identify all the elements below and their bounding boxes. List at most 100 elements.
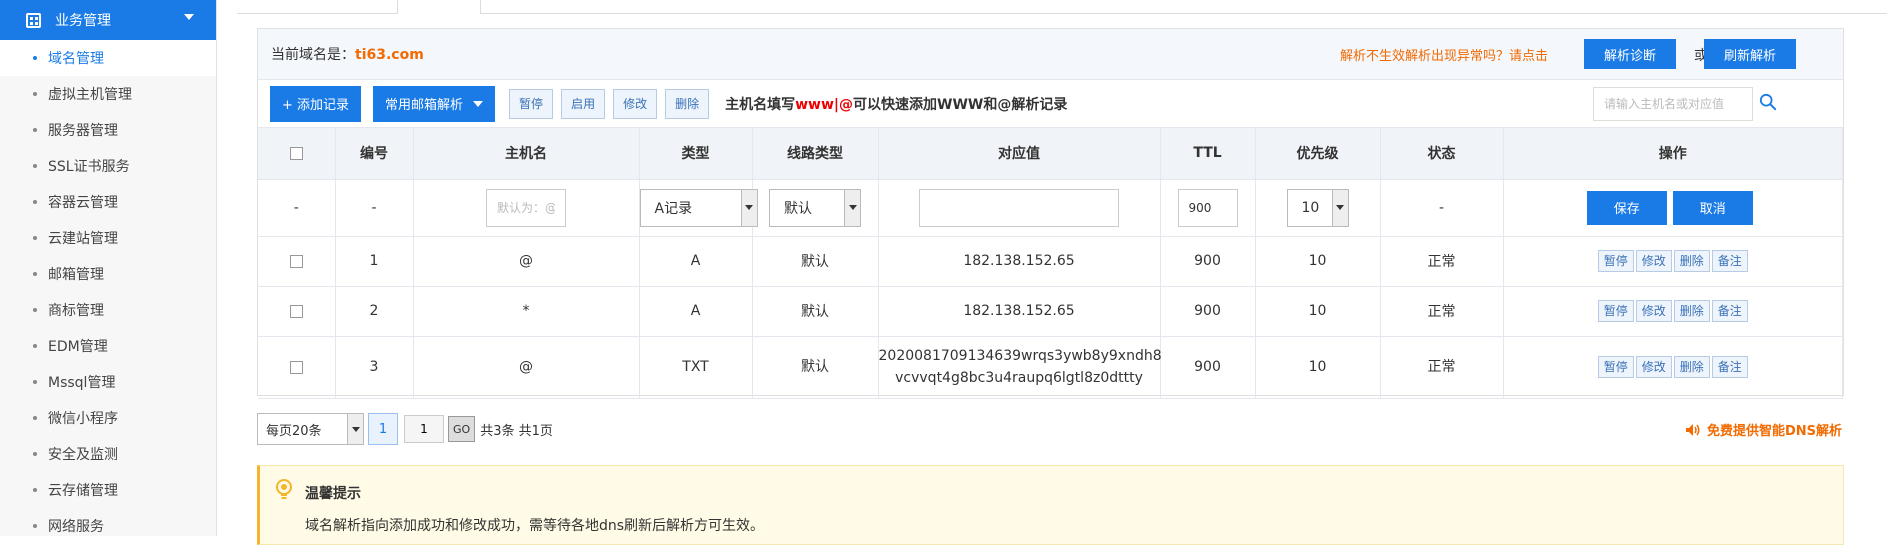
new-record-row: - - A记录 默认 10 - 保存取消 (258, 179, 1843, 237)
table-row: 1 @ A 默认 182.138.152.65 900 10 正常 暂停 修改 删除… (258, 236, 1843, 287)
row-delete-button[interactable]: 删除 (1673, 250, 1710, 272)
edit-ttl-cell (1160, 179, 1256, 237)
toolbar: + 添加记录 常用邮箱解析 暂停 启用 修改 删除 主机名填写www|@可以快速… (258, 80, 1843, 128)
line-select-value: 默认 (784, 200, 812, 217)
row-id: 2 (335, 286, 414, 337)
add-record-button[interactable]: + 添加记录 (270, 85, 362, 122)
sidebar-header-label: 业务管理 (55, 13, 111, 29)
row-select-cell (258, 236, 336, 287)
row-modify-button[interactable]: 修改 (1635, 356, 1672, 378)
sidebar-item-mail[interactable]: 邮箱管理 (0, 256, 216, 292)
row-pause-button[interactable]: 暂停 (1597, 356, 1634, 378)
diagnose-button[interactable]: 解析诊断 (1583, 39, 1676, 69)
domain-value: ti63.com (355, 47, 424, 63)
row-id: 3 (335, 336, 414, 399)
row-ttl: 900 (1160, 286, 1256, 337)
sidebar-item-trademark[interactable]: 商标管理 (0, 292, 216, 328)
search-input[interactable] (1593, 87, 1753, 121)
edit-status: - (1380, 179, 1504, 237)
sidebar-header[interactable]: 业务管理 (0, 0, 216, 40)
row-modify-button[interactable]: 修改 (1635, 300, 1672, 322)
row-actions: 暂停 修改 删除 备注 (1503, 286, 1843, 337)
search-icon[interactable] (1759, 93, 1777, 111)
priority-select[interactable]: 10 (1286, 188, 1349, 227)
row-note-button[interactable]: 备注 (1711, 300, 1748, 322)
sidebar-item-edm[interactable]: EDM管理 (0, 328, 216, 364)
col-actions: 操作 (1503, 128, 1843, 180)
col-line: 线路类型 (752, 128, 879, 180)
diagnose-notice[interactable]: 解析不生效解析出现异常吗？请点击 (1340, 45, 1548, 64)
chevron-down-icon (184, 14, 194, 20)
enable-button[interactable]: 启用 (561, 88, 606, 119)
hint-suffix: 可以快速添加WWW和@解析记录 (853, 96, 1068, 113)
sidebar-item-storage[interactable]: 云存储管理 (0, 472, 216, 508)
caret-down-icon (740, 189, 757, 226)
mail-resolve-label: 常用邮箱解析 (385, 98, 464, 113)
domain-label: 当前域名是： (271, 47, 355, 63)
edit-priority-cell: 10 (1255, 179, 1381, 237)
row-note-button[interactable]: 备注 (1711, 356, 1748, 378)
sidebar-item-server[interactable]: 服务器管理 (0, 112, 216, 148)
save-button[interactable]: 保存 (1586, 190, 1667, 225)
row-select-cell (258, 336, 336, 399)
caret-down-icon (347, 414, 363, 444)
speaker-icon (1685, 423, 1700, 436)
pause-button[interactable]: 暂停 (509, 88, 554, 119)
value-input[interactable] (919, 188, 1119, 227)
page-jump-input[interactable] (404, 415, 444, 443)
sidebar-item-security[interactable]: 安全及监测 (0, 436, 216, 472)
row-pause-button[interactable]: 暂停 (1597, 250, 1634, 272)
sidebar-item-domain[interactable]: 域名管理 (0, 40, 216, 76)
row-checkbox[interactable] (289, 254, 303, 268)
line-select[interactable]: 默认 (769, 188, 861, 227)
smart-dns-link[interactable]: 免费提供智能DNS解析 (1685, 420, 1842, 439)
per-page-select[interactable]: 每页20条 (257, 413, 364, 445)
row-checkbox[interactable] (289, 360, 303, 374)
cancel-button[interactable]: 取消 (1672, 190, 1753, 225)
sidebar-item-container[interactable]: 容器云管理 (0, 184, 216, 220)
col-priority: 优先级 (1255, 128, 1381, 180)
row-ttl: 900 (1160, 336, 1256, 399)
row-modify-button[interactable]: 修改 (1635, 250, 1672, 272)
row-note-button[interactable]: 备注 (1711, 250, 1748, 272)
panel-header: 当前域名是：ti63.com 解析不生效解析出现异常吗？请点击 解析诊断 或 刷… (258, 29, 1843, 80)
sidebar-item-network[interactable]: 网络服务 (0, 508, 216, 544)
sidebar-item-mssql[interactable]: Mssql管理 (0, 364, 216, 400)
tab-active[interactable] (397, 0, 481, 14)
host-input[interactable] (486, 188, 566, 227)
select-all-cell (258, 128, 336, 180)
row-host: * (413, 286, 640, 337)
refresh-button[interactable]: 刷新解析 (1703, 39, 1796, 69)
row-delete-button[interactable]: 删除 (1673, 300, 1710, 322)
row-checkbox[interactable] (289, 304, 303, 318)
edit-actions-cell: 保存 取消 (1503, 179, 1843, 237)
row-host: @ (413, 236, 640, 287)
current-page[interactable]: 1 (368, 413, 398, 445)
go-button[interactable]: GO (448, 416, 476, 442)
mail-resolve-button[interactable]: 常用邮箱解析 (373, 85, 496, 122)
modify-button[interactable]: 修改 (613, 88, 658, 119)
host-hint: 主机名填写www|@可以快速添加WWW和@解析记录 (725, 94, 1067, 114)
page-summary: 共3条 共1页 (480, 423, 553, 439)
sidebar-item-miniprogram[interactable]: 微信小程序 (0, 400, 216, 436)
row-type: TXT (639, 336, 753, 399)
row-priority: 10 (1255, 236, 1381, 287)
row-status: 正常 (1380, 336, 1504, 399)
col-ttl: TTL (1160, 128, 1256, 180)
pagination: 每页20条 1 GO 共3条 共1页 (257, 413, 553, 445)
col-id: 编号 (335, 128, 414, 180)
edit-type-cell: A记录 (639, 179, 758, 237)
hint-prefix: 主机名填写 (725, 96, 796, 113)
ttl-input[interactable] (1177, 188, 1238, 227)
row-delete-button[interactable]: 删除 (1673, 356, 1710, 378)
sidebar-item-ssl[interactable]: SSL证书服务 (0, 148, 216, 184)
type-select[interactable]: A记录 (639, 188, 758, 227)
sidebar-item-vhost[interactable]: 虚拟主机管理 (0, 76, 216, 112)
select-all-checkbox[interactable] (289, 146, 303, 160)
row-pause-button[interactable]: 暂停 (1597, 300, 1634, 322)
delete-button[interactable]: 删除 (665, 88, 710, 119)
sidebar-item-sitebuilder[interactable]: 云建站管理 (0, 220, 216, 256)
row-type: A (639, 286, 753, 337)
row-actions: 暂停 修改 删除 备注 (1503, 236, 1843, 287)
row-ttl: 900 (1160, 236, 1256, 287)
